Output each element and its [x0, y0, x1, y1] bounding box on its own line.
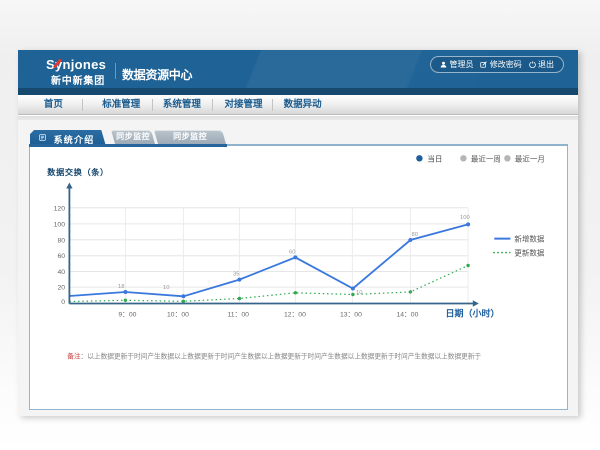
svg-text:120: 120 — [53, 205, 65, 212]
svg-text:20: 20 — [57, 285, 65, 292]
svg-text:最近一月: 最近一月 — [514, 153, 544, 163]
svg-text:13：00: 13：00 — [340, 311, 362, 318]
svg-text:80: 80 — [411, 232, 417, 238]
svg-text:备注：以上数据更新于时间产生数据以上数据更新于时间产生数据以: 备注：以上数据更新于时间产生数据以上数据更新于时间产生数据以上数据更新于时间产生… — [67, 352, 481, 361]
svg-text:100: 100 — [53, 221, 65, 228]
svg-text:80: 80 — [57, 237, 65, 244]
svg-text:数据交换（条）: 数据交换（条） — [47, 167, 109, 177]
svg-text:35: 35 — [233, 272, 239, 278]
svg-text:日期（小时）: 日期（小时） — [445, 308, 499, 319]
svg-text:12：00: 12：00 — [284, 311, 306, 318]
svg-text:最近一周: 最近一周 — [470, 153, 500, 163]
svg-text:10：00: 10：00 — [167, 311, 189, 318]
svg-text:10: 10 — [163, 285, 169, 291]
svg-text:40: 40 — [57, 269, 65, 276]
svg-text:更新数据: 更新数据 — [514, 248, 544, 258]
svg-text:0: 0 — [61, 299, 65, 306]
svg-text:14：00: 14：00 — [396, 311, 418, 318]
svg-text:60: 60 — [289, 249, 295, 255]
svg-text:9：00: 9：00 — [118, 311, 136, 318]
svg-text:10: 10 — [356, 290, 362, 296]
svg-text:100: 100 — [460, 215, 470, 221]
svg-text:11：00: 11：00 — [227, 311, 249, 318]
svg-text:新增数据: 新增数据 — [514, 234, 544, 244]
svg-text:60: 60 — [57, 253, 65, 260]
svg-text:当日: 当日 — [427, 153, 442, 163]
svg-text:18: 18 — [118, 284, 124, 290]
